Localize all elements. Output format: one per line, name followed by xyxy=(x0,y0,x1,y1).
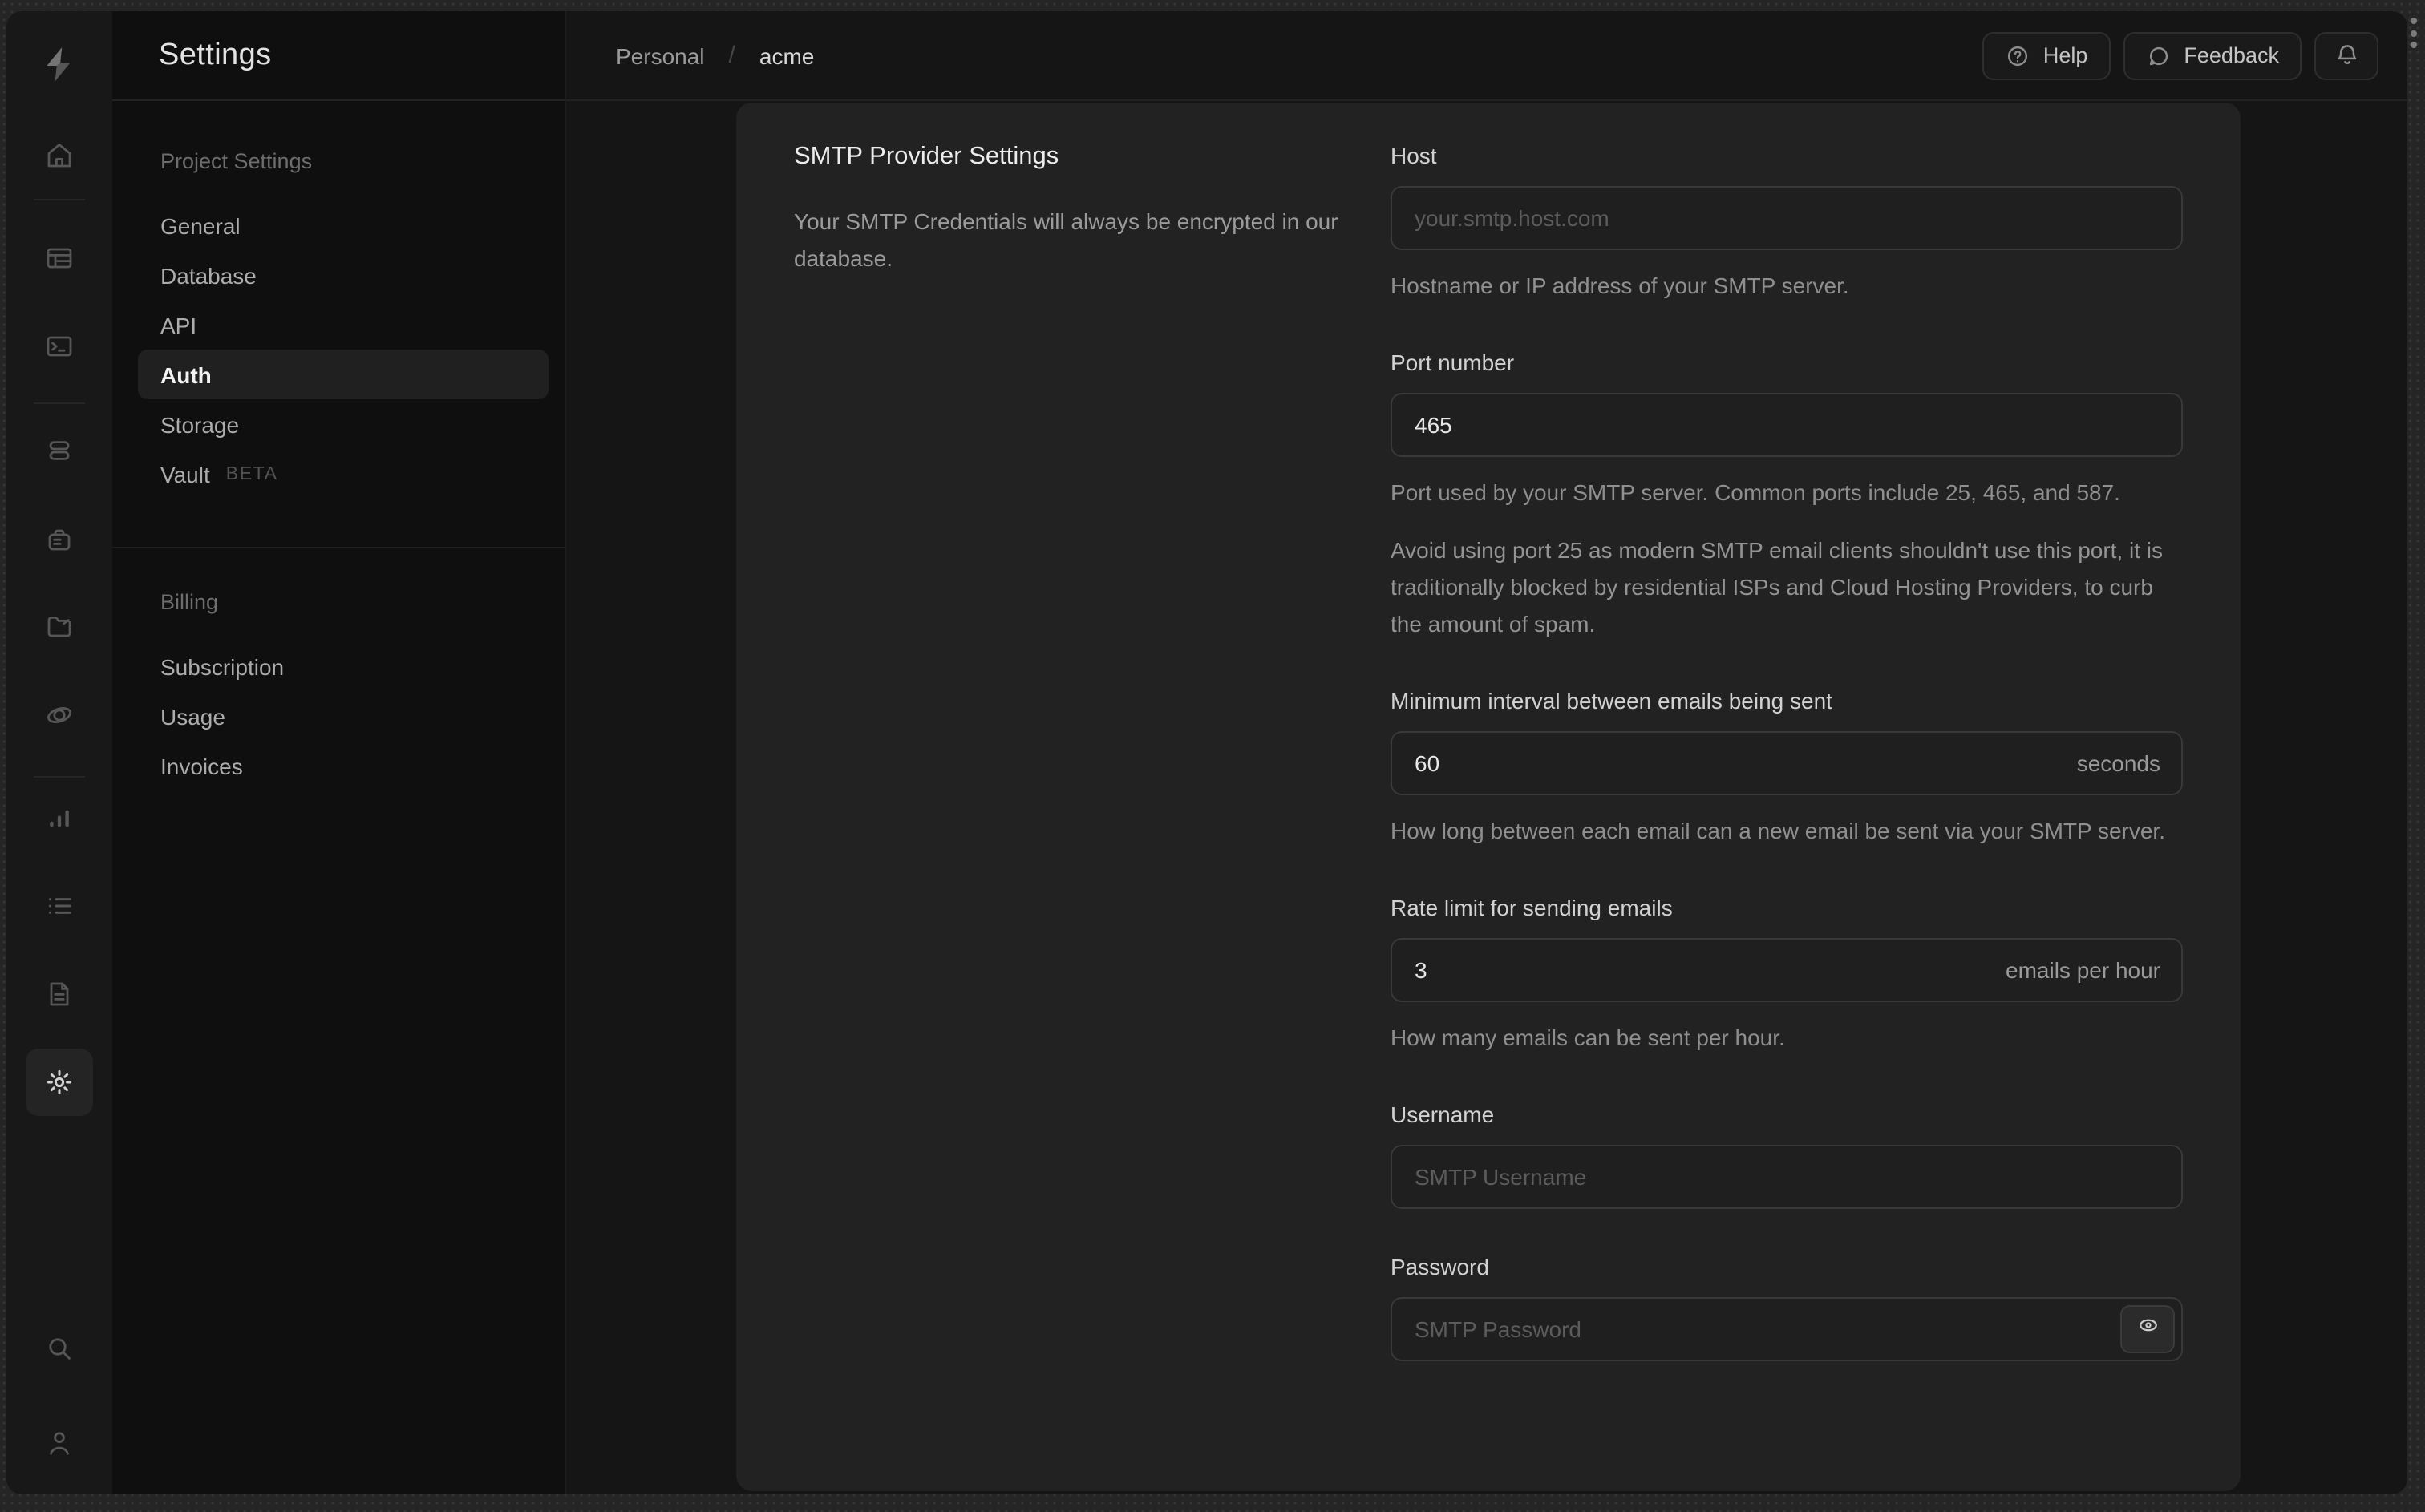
auth-icon[interactable] xyxy=(26,507,93,574)
scrollbar-dots xyxy=(2411,18,2417,48)
username-label: Username xyxy=(1391,1102,1495,1127)
section-header-project-settings: Project Settings xyxy=(160,149,313,173)
project-settings-section: Project Settings General Database API Au… xyxy=(112,101,565,499)
host-input[interactable] xyxy=(1391,186,2183,250)
sidebar-item-subscription[interactable]: Subscription xyxy=(138,641,549,691)
beta-badge: BETA xyxy=(225,464,278,483)
panel-intro: SMTP Provider Settings Your SMTP Credent… xyxy=(794,139,1358,277)
supabase-logo-icon[interactable] xyxy=(40,45,79,83)
port-label: Port number xyxy=(1391,350,1515,375)
host-field-group: Host Hostname or IP address of your SMTP… xyxy=(1391,139,2183,305)
icon-rail xyxy=(6,11,112,1494)
breadcrumb: Personal / acme xyxy=(616,42,814,69)
reports-icon[interactable] xyxy=(26,784,93,851)
feedback-button-label: Feedback xyxy=(2184,43,2279,67)
sidebar-item-storage[interactable]: Storage xyxy=(138,399,549,449)
desktop-background: Settings Project Settings General Databa… xyxy=(0,0,2425,1512)
host-helper: Hostname or IP address of your SMTP serv… xyxy=(1391,273,1849,298)
billing-section: Billing Subscription Usage Invoices xyxy=(112,548,565,790)
edge-functions-icon[interactable] xyxy=(26,681,93,749)
sidebar-item-vault[interactable]: Vault BETA xyxy=(138,449,549,499)
logs-icon[interactable] xyxy=(26,872,93,940)
main-content: Personal / acme Help Feedback SMTP Provi… xyxy=(566,11,2407,1494)
port-warning-note: Avoid using port 25 as modern SMTP email… xyxy=(1391,537,2164,637)
panel-description: Your SMTP Credentials will always be enc… xyxy=(794,208,1338,271)
screen: Settings Project Settings General Databa… xyxy=(0,0,2425,1512)
breadcrumb-separator: / xyxy=(728,42,735,69)
sidebar-item-usage[interactable]: Usage xyxy=(138,691,549,741)
rate-limit-helper: How many emails can be sent per hour. xyxy=(1391,1025,1785,1050)
app-window: Settings Project Settings General Databa… xyxy=(6,11,2407,1494)
page-title: Settings xyxy=(159,38,272,71)
port-helper: Port used by your SMTP server. Common po… xyxy=(1391,479,2120,505)
rate-limit-field-group: Rate limit for sending emails emails per… xyxy=(1391,891,2183,1057)
interval-input[interactable] xyxy=(1391,731,2183,795)
sidebar-item-vault-label: Vault xyxy=(160,461,210,487)
help-button-label: Help xyxy=(2042,43,2088,67)
help-button[interactable]: Help xyxy=(1982,31,2111,79)
settings-icon[interactable] xyxy=(26,1049,93,1116)
reveal-password-button[interactable] xyxy=(2120,1305,2175,1353)
sql-editor-icon[interactable] xyxy=(26,313,93,380)
bell-icon xyxy=(2333,42,2360,69)
sidebar-item-invoices[interactable]: Invoices xyxy=(138,741,549,790)
smtp-settings-panel: SMTP Provider Settings Your SMTP Credent… xyxy=(736,103,2241,1491)
password-input[interactable] xyxy=(1391,1297,2183,1361)
rate-limit-input[interactable] xyxy=(1391,938,2183,1002)
smtp-form: Host Hostname or IP address of your SMTP… xyxy=(1391,139,2183,1403)
home-icon[interactable] xyxy=(26,122,93,189)
password-label: Password xyxy=(1391,1254,1489,1280)
section-header-billing: Billing xyxy=(160,590,219,614)
storage-icon[interactable] xyxy=(26,593,93,661)
database-icon[interactable] xyxy=(26,417,93,484)
notifications-button[interactable] xyxy=(2314,31,2378,79)
sidebar-item-api[interactable]: API xyxy=(138,300,549,350)
sidebar-item-general[interactable]: General xyxy=(138,200,549,250)
port-field-group: Port number Port used by your SMTP serve… xyxy=(1391,346,2183,643)
user-icon[interactable] xyxy=(26,1409,93,1477)
topbar: Personal / acme Help Feedback xyxy=(566,11,2407,101)
topbar-actions: Help Feedback xyxy=(1982,31,2378,79)
username-input[interactable] xyxy=(1391,1145,2183,1209)
feedback-button[interactable]: Feedback xyxy=(2123,31,2302,79)
rate-limit-label: Rate limit for sending emails xyxy=(1391,895,1673,920)
help-icon xyxy=(2005,42,2030,68)
port-input[interactable] xyxy=(1391,393,2183,457)
settings-header: Settings xyxy=(112,11,565,101)
eye-icon xyxy=(2136,1313,2160,1345)
host-label: Host xyxy=(1391,143,1437,168)
rail-divider xyxy=(34,402,85,404)
breadcrumb-project[interactable]: acme xyxy=(759,42,814,68)
table-editor-icon[interactable] xyxy=(26,224,93,292)
docs-icon[interactable] xyxy=(26,960,93,1028)
sidebar-item-auth[interactable]: Auth xyxy=(138,350,549,399)
password-field-group: Password xyxy=(1391,1251,2183,1361)
feedback-icon xyxy=(2145,42,2171,68)
panel-title: SMTP Provider Settings xyxy=(794,143,1059,170)
rail-divider xyxy=(34,199,85,200)
search-icon[interactable] xyxy=(26,1315,93,1382)
rail-divider xyxy=(34,776,85,778)
breadcrumb-org[interactable]: Personal xyxy=(616,42,705,68)
interval-label: Minimum interval between emails being se… xyxy=(1391,688,1832,714)
settings-sidebar: Settings Project Settings General Databa… xyxy=(112,11,566,1494)
interval-field-group: Minimum interval between emails being se… xyxy=(1391,685,2183,850)
interval-helper: How long between each email can a new em… xyxy=(1391,818,2165,843)
username-field-group: Username xyxy=(1391,1098,2183,1209)
sidebar-item-database[interactable]: Database xyxy=(138,250,549,300)
